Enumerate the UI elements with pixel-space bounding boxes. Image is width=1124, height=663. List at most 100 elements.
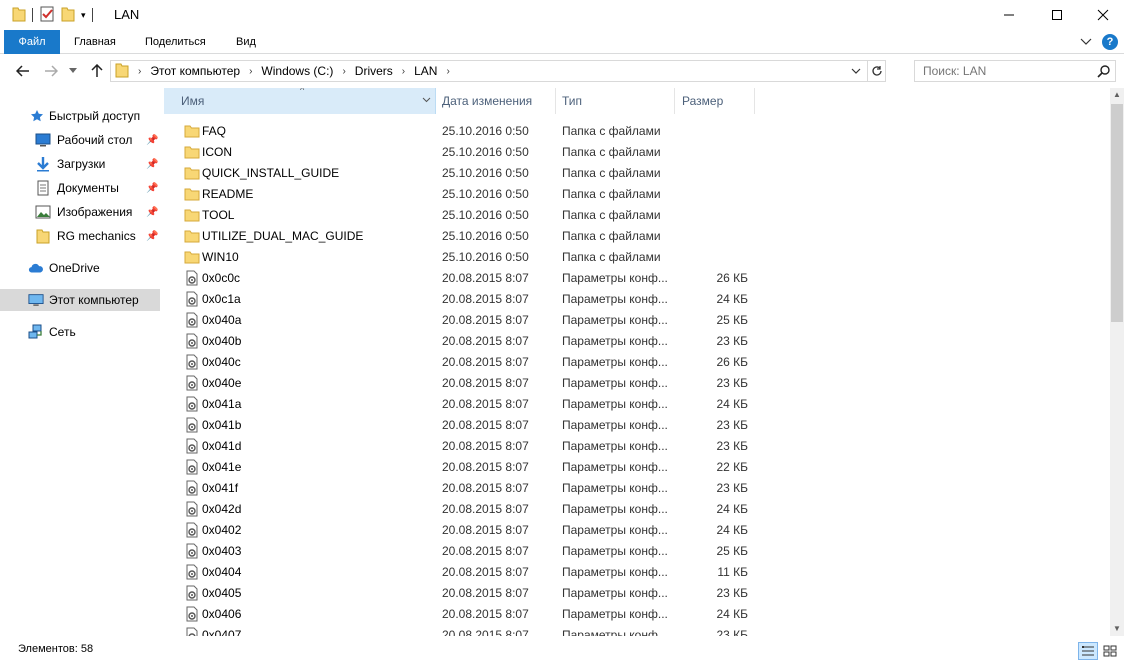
pin-icon[interactable]: 📌 xyxy=(146,135,158,146)
nav-onedrive[interactable]: OneDrive xyxy=(0,257,160,279)
nav-label: Рабочий стол xyxy=(57,133,133,147)
search-icon[interactable] xyxy=(1097,64,1111,81)
file-row[interactable]: UTILIZE_DUAL_MAC_GUIDE 25.10.2016 0:50 Пап… xyxy=(164,225,1110,246)
column-header-date[interactable]: Дата изменения xyxy=(442,88,532,114)
file-row[interactable]: 0x040e 20.08.2015 8:07 Параметры конф... 23… xyxy=(164,372,1110,393)
file-size: 26 КБ xyxy=(716,271,748,285)
config-file-icon xyxy=(184,417,200,433)
chevron-right-icon[interactable]: › xyxy=(342,66,345,77)
breadcrumb-drivers[interactable]: Drivers xyxy=(355,64,393,78)
tab-file[interactable]: Файл xyxy=(4,30,60,54)
maximize-button[interactable] xyxy=(1034,0,1080,30)
file-row[interactable]: 0x0c1a 20.08.2015 8:07 Параметры конф... 24… xyxy=(164,288,1110,309)
scroll-up-icon[interactable]: ▲ xyxy=(1110,88,1124,102)
file-row[interactable]: QUICK_INSTALL_GUIDE 25.10.2016 0:50 Папка … xyxy=(164,162,1110,183)
nav-desktop[interactable]: Рабочий стол 📌 xyxy=(0,129,160,151)
file-row[interactable]: WIN10 25.10.2016 0:50 Папка с файлами xyxy=(164,246,1110,267)
large-icons-view-button[interactable] xyxy=(1100,642,1120,660)
minimize-button[interactable] xyxy=(986,0,1032,30)
file-row[interactable]: 0x0403 20.08.2015 8:07 Параметры конф... 25… xyxy=(164,540,1110,561)
customize-dropdown-icon[interactable]: ▾ xyxy=(81,10,86,21)
file-row[interactable]: 0x041b 20.08.2015 8:07 Параметры конф... 23… xyxy=(164,414,1110,435)
breadcrumb-this-pc[interactable]: Этот компьютер xyxy=(150,64,240,78)
up-button[interactable] xyxy=(86,60,108,82)
nav-this-pc[interactable]: Этот компьютер xyxy=(0,289,160,311)
tab-home[interactable]: Главная xyxy=(60,30,130,54)
column-divider[interactable] xyxy=(754,88,755,114)
file-row[interactable]: 0x0405 20.08.2015 8:07 Параметры конф... 23… xyxy=(164,582,1110,603)
chevron-right-icon[interactable]: › xyxy=(446,66,449,77)
file-date: 20.08.2015 8:07 xyxy=(442,376,529,390)
column-divider[interactable] xyxy=(674,88,675,114)
chevron-right-icon[interactable]: › xyxy=(249,66,252,77)
file-row[interactable]: 0x040b 20.08.2015 8:07 Параметры конф... 23… xyxy=(164,330,1110,351)
column-header-size[interactable]: Размер xyxy=(682,88,723,114)
file-date: 25.10.2016 0:50 xyxy=(442,166,529,180)
properties-icon[interactable] xyxy=(39,6,55,25)
pin-icon[interactable]: 📌 xyxy=(146,183,158,194)
recent-locations-icon[interactable] xyxy=(62,60,84,82)
address-dropdown-icon[interactable] xyxy=(847,61,865,81)
scroll-down-icon[interactable]: ▼ xyxy=(1110,622,1124,636)
nav-rg-mechanics[interactable]: RG mechanics 📌 xyxy=(0,225,160,247)
new-folder-icon[interactable] xyxy=(61,6,75,25)
file-row[interactable]: 0x041e 20.08.2015 8:07 Параметры конф... 22… xyxy=(164,456,1110,477)
file-row[interactable]: 0x0c0c 20.08.2015 8:07 Параметры конф... 26… xyxy=(164,267,1110,288)
pin-icon[interactable]: 📌 xyxy=(146,231,158,242)
help-icon[interactable]: ? xyxy=(1102,34,1118,50)
download-arrow-icon xyxy=(35,156,51,172)
pin-icon[interactable]: 📌 xyxy=(146,159,158,170)
column-header-name[interactable]: ^ Имя xyxy=(164,88,436,114)
file-list: ^ Имя Дата изменения Тип Размер FAQ 25.10… xyxy=(164,88,1110,636)
file-row[interactable]: FAQ 25.10.2016 0:50 Папка с файлами xyxy=(164,120,1110,141)
folder-icon[interactable] xyxy=(12,6,26,25)
refresh-icon[interactable] xyxy=(867,61,885,81)
back-button[interactable] xyxy=(12,60,34,82)
file-row[interactable]: 0x0402 20.08.2015 8:07 Параметры конф... 24… xyxy=(164,519,1110,540)
pin-icon[interactable]: 📌 xyxy=(146,207,158,218)
file-row[interactable]: README 25.10.2016 0:50 Папка с файлами xyxy=(164,183,1110,204)
chevron-down-icon[interactable] xyxy=(422,95,431,105)
file-row[interactable]: 0x0406 20.08.2015 8:07 Параметры конф... 24… xyxy=(164,603,1110,624)
search-box[interactable] xyxy=(914,60,1116,82)
file-row[interactable]: ICON 25.10.2016 0:50 Папка с файлами xyxy=(164,141,1110,162)
file-row[interactable]: 0x0404 20.08.2015 8:07 Параметры конф... 11… xyxy=(164,561,1110,582)
nav-network[interactable]: Сеть xyxy=(0,321,160,343)
address-bar[interactable]: › Этот компьютер › Windows (C:) › Driver… xyxy=(110,60,886,82)
toolbar-separator xyxy=(91,8,93,22)
file-date: 25.10.2016 0:50 xyxy=(442,208,529,222)
file-date: 25.10.2016 0:50 xyxy=(442,145,529,159)
tab-view[interactable]: Вид xyxy=(222,30,270,54)
vertical-scrollbar[interactable]: ▲ ▼ xyxy=(1110,88,1124,636)
column-divider[interactable] xyxy=(555,88,556,114)
file-size: 23 КБ xyxy=(716,628,748,636)
file-row[interactable]: 0x042d 20.08.2015 8:07 Параметры конф... 24… xyxy=(164,498,1110,519)
breadcrumb-lan[interactable]: LAN xyxy=(414,64,437,78)
scrollbar-thumb[interactable] xyxy=(1111,104,1123,322)
file-row[interactable]: TOOL 25.10.2016 0:50 Папка с файлами xyxy=(164,204,1110,225)
file-row[interactable]: 0x040c 20.08.2015 8:07 Параметры конф... 26… xyxy=(164,351,1110,372)
nav-quick-access[interactable]: Быстрый доступ xyxy=(0,105,160,127)
file-row[interactable]: 0x0407 20.08.2015 8:07 Параметры конф... 23… xyxy=(164,624,1110,636)
chevron-right-icon[interactable]: › xyxy=(138,66,141,77)
breadcrumb-windows-c[interactable]: Windows (C:) xyxy=(261,64,333,78)
document-icon xyxy=(35,180,51,196)
file-row[interactable]: 0x041f 20.08.2015 8:07 Параметры конф... 23… xyxy=(164,477,1110,498)
expand-ribbon-icon[interactable] xyxy=(1080,35,1092,49)
tab-share[interactable]: Поделиться xyxy=(131,30,220,54)
nav-documents[interactable]: Документы 📌 xyxy=(0,177,160,199)
nav-downloads[interactable]: Загрузки 📌 xyxy=(0,153,160,175)
nav-pictures[interactable]: Изображения 📌 xyxy=(0,201,160,223)
file-size: 22 КБ xyxy=(716,460,748,474)
close-button[interactable] xyxy=(1080,0,1124,30)
chevron-right-icon[interactable]: › xyxy=(402,66,405,77)
forward-button[interactable] xyxy=(40,60,62,82)
details-view-button[interactable] xyxy=(1078,642,1098,660)
config-file-icon xyxy=(184,375,200,391)
file-row[interactable]: 0x041a 20.08.2015 8:07 Параметры конф... 24… xyxy=(164,393,1110,414)
column-header-type[interactable]: Тип xyxy=(562,88,582,114)
file-row[interactable]: 0x041d 20.08.2015 8:07 Параметры конф... 23… xyxy=(164,435,1110,456)
file-date: 20.08.2015 8:07 xyxy=(442,292,529,306)
search-input[interactable] xyxy=(923,64,1093,78)
file-row[interactable]: 0x040a 20.08.2015 8:07 Параметры конф... 25… xyxy=(164,309,1110,330)
